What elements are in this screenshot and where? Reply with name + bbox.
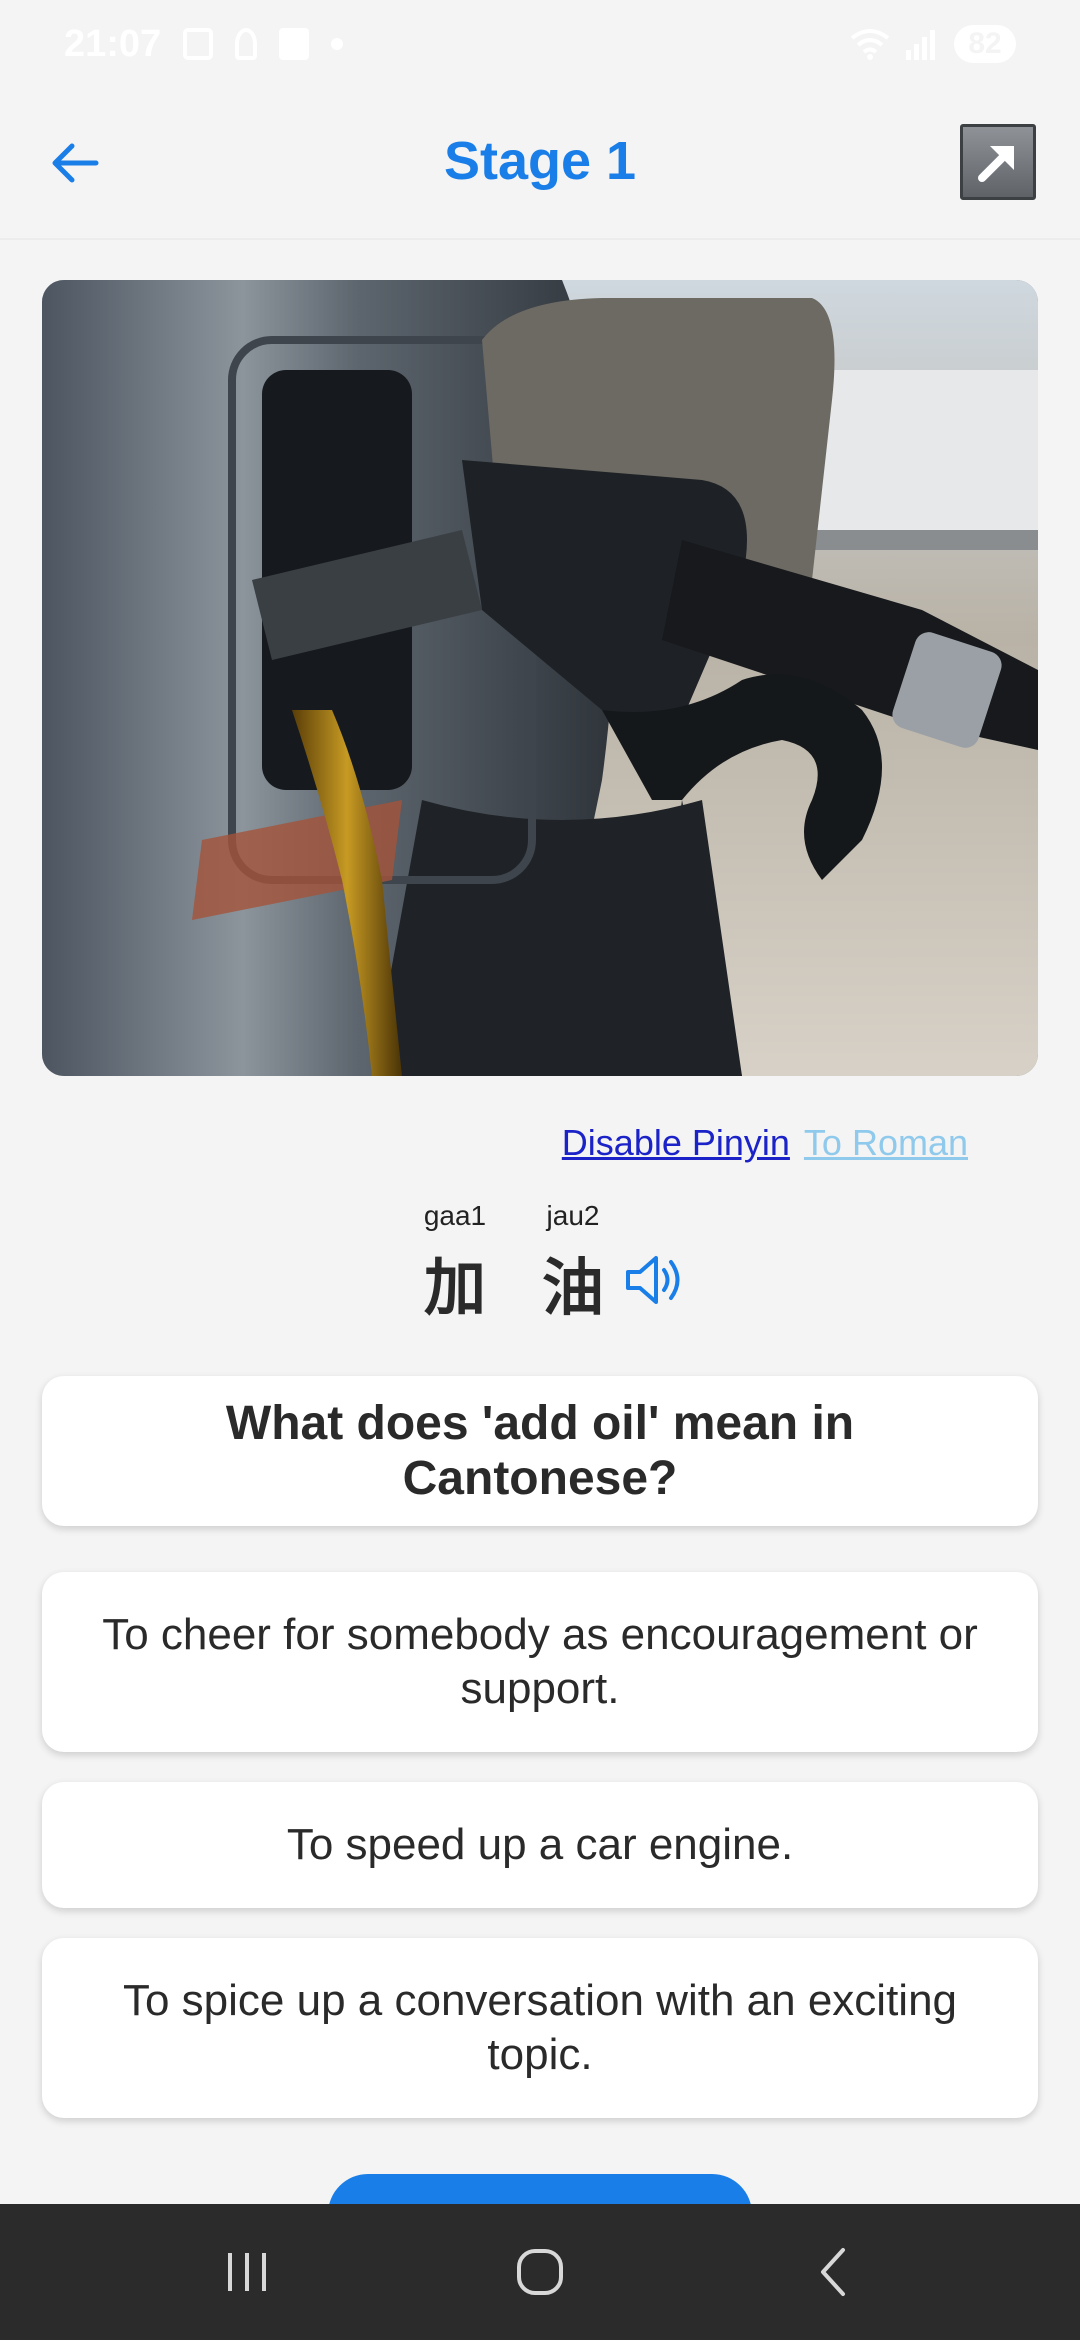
transliteration-toggles: Disable Pinyin To Roman [562, 1122, 968, 1164]
back-nav-button[interactable] [773, 2222, 893, 2322]
word-display: gaa1 加 jau2 油 [0, 1196, 1080, 1336]
arrow-up-right-icon [978, 146, 1014, 182]
screenshot-icon [183, 28, 214, 60]
status-left: 21:07 [64, 22, 344, 66]
answer-option-1[interactable]: To cheer for somebody as encouragement o… [42, 1572, 1038, 1752]
speaker-icon[interactable] [624, 1252, 686, 1308]
answer-option-3[interactable]: To spice up a conversation with an excit… [42, 1938, 1038, 2118]
status-bar: 21:07 82 [0, 0, 1080, 88]
jyutping-label: jau2 [546, 1200, 600, 1231]
answer-option-2[interactable]: To speed up a car engine. [42, 1782, 1038, 1908]
system-navigation-bar [0, 2204, 1080, 2340]
notification-dot-icon [331, 38, 344, 50]
recent-apps-button[interactable] [187, 2222, 307, 2322]
header: Stage 1 [0, 100, 1080, 240]
status-time: 21:07 [64, 22, 162, 65]
checkbox-icon [279, 28, 310, 60]
character-1: gaa1 加 [410, 1196, 500, 1328]
status-right: 82 [850, 25, 1016, 63]
signal-icon [906, 30, 935, 60]
recent-apps-icon [227, 2253, 266, 2291]
battery-indicator: 82 [954, 25, 1016, 63]
chevron-left-icon [821, 2248, 846, 2296]
home-button[interactable] [480, 2222, 600, 2322]
question-image [42, 280, 1038, 1076]
to-roman-link[interactable]: To Roman [804, 1122, 968, 1164]
hanzi-character: 油 [541, 1251, 604, 1324]
hanzi-character: 加 [423, 1251, 486, 1324]
jyutping-label: gaa1 [423, 1200, 487, 1231]
home-icon [516, 2249, 563, 2295]
question-card: What does 'add oil' mean in Cantonese? [42, 1376, 1038, 1526]
share-button[interactable] [960, 124, 1036, 200]
character-2: jau2 油 [528, 1196, 618, 1328]
fuel-nozzle-illustration [42, 280, 1038, 1076]
screen: 21:07 82 Stage 1 Disable Pinyin To Roman… [0, 0, 1080, 2340]
page-title: Stage 1 [443, 131, 637, 191]
wifi-icon [850, 29, 890, 60]
disable-pinyin-link[interactable]: Disable Pinyin [562, 1122, 790, 1164]
person-icon [235, 28, 258, 60]
